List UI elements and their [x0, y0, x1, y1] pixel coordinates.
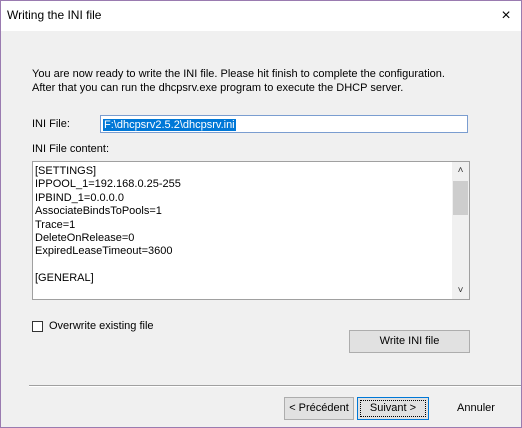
ini-content-line: AssociateBindsToPools=1	[35, 205, 162, 218]
ini-content-line: [GENERAL]	[35, 272, 94, 285]
ini-content-label: INI File content:	[32, 143, 110, 155]
close-button[interactable]: ×	[491, 1, 521, 31]
ini-content-line: DeleteOnRelease=0	[35, 232, 135, 245]
intro-text: You are now ready to write the INI file.…	[32, 67, 502, 95]
chevron-up-icon[interactable]: ˄	[452, 162, 469, 179]
scroll-thumb[interactable]	[453, 181, 468, 215]
ini-content-textarea[interactable]: [SETTINGS] IPPOOL_1=192.168.0.25-255 IPBIN…	[32, 161, 470, 300]
next-button[interactable]: Suivant >	[357, 397, 429, 420]
overwrite-label[interactable]: Overwrite existing file	[49, 320, 154, 332]
intro-line-2: After that you can run the dhcpsrv.exe p…	[32, 82, 404, 94]
previous-button[interactable]: < Précédent	[284, 397, 354, 420]
separator-line	[29, 385, 521, 387]
ini-content-text: [SETTINGS] IPPOOL_1=192.168.0.25-255 IPBIN…	[35, 165, 450, 286]
ini-file-value: F:\dhcpsrv2.5.2\dhcpsrv.ini	[103, 119, 236, 131]
ini-content-line: ExpiredLeaseTimeout=3600	[35, 245, 173, 258]
intro-line-1: You are now ready to write the INI file.…	[32, 68, 445, 80]
chevron-down-icon[interactable]: ˅	[452, 282, 469, 299]
ini-content-line	[35, 259, 450, 272]
ini-content-line: Trace=1	[35, 218, 76, 231]
ini-content-line: IPBIND_1=0.0.0.0	[35, 191, 124, 204]
ini-content-line: IPPOOL_1=192.168.0.25-255	[35, 178, 181, 191]
ini-file-input[interactable]: F:\dhcpsrv2.5.2\dhcpsrv.ini	[100, 115, 468, 133]
cancel-button[interactable]: Annuler	[441, 397, 511, 420]
write-ini-button[interactable]: Write INI file	[349, 330, 470, 353]
window-title: Writing the INI file	[7, 8, 102, 22]
vertical-scrollbar[interactable]: ˄ ˅	[452, 162, 469, 299]
ini-content-line: [SETTINGS]	[35, 165, 97, 177]
title-bar: Writing the INI file ×	[1, 1, 521, 31]
dialog-window: Writing the INI file × You are now ready…	[0, 0, 522, 428]
ini-file-label: INI File:	[32, 118, 70, 130]
overwrite-checkbox[interactable]	[32, 321, 43, 332]
